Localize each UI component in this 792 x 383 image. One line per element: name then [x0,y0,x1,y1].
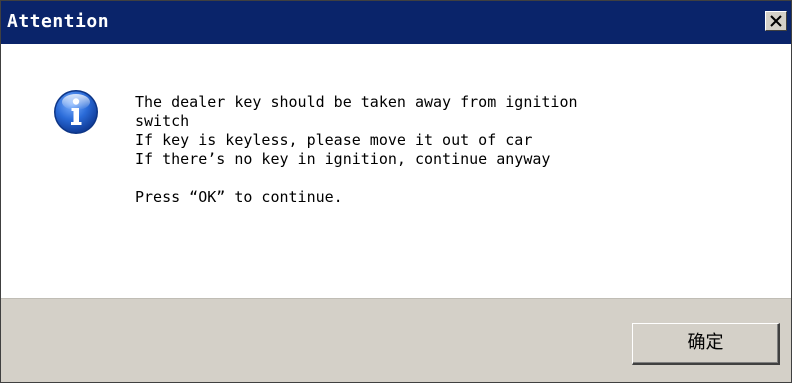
ok-button[interactable]: 确定 [632,323,780,365]
close-button[interactable] [765,11,787,31]
message-line: If key is keyless, please move it out of… [135,131,533,149]
dialog-message: The dealer key should be taken away from… [135,93,775,207]
message-line: switch [135,112,190,130]
message-spacer [135,169,775,188]
message-line: If there’s no key in ignition, continue … [135,150,551,168]
dialog-content: The dealer key should be taken away from… [1,44,791,298]
message-line: Press “OK” to continue. [135,188,343,206]
message-line: The dealer key should be taken away from… [135,93,578,111]
attention-dialog: Attention The dealer key should be taken… [0,0,792,383]
button-area: 确定 [1,298,791,382]
title-bar[interactable]: Attention [1,1,791,44]
close-icon [770,15,782,27]
dialog-title: Attention [7,11,110,32]
info-icon [54,90,98,134]
